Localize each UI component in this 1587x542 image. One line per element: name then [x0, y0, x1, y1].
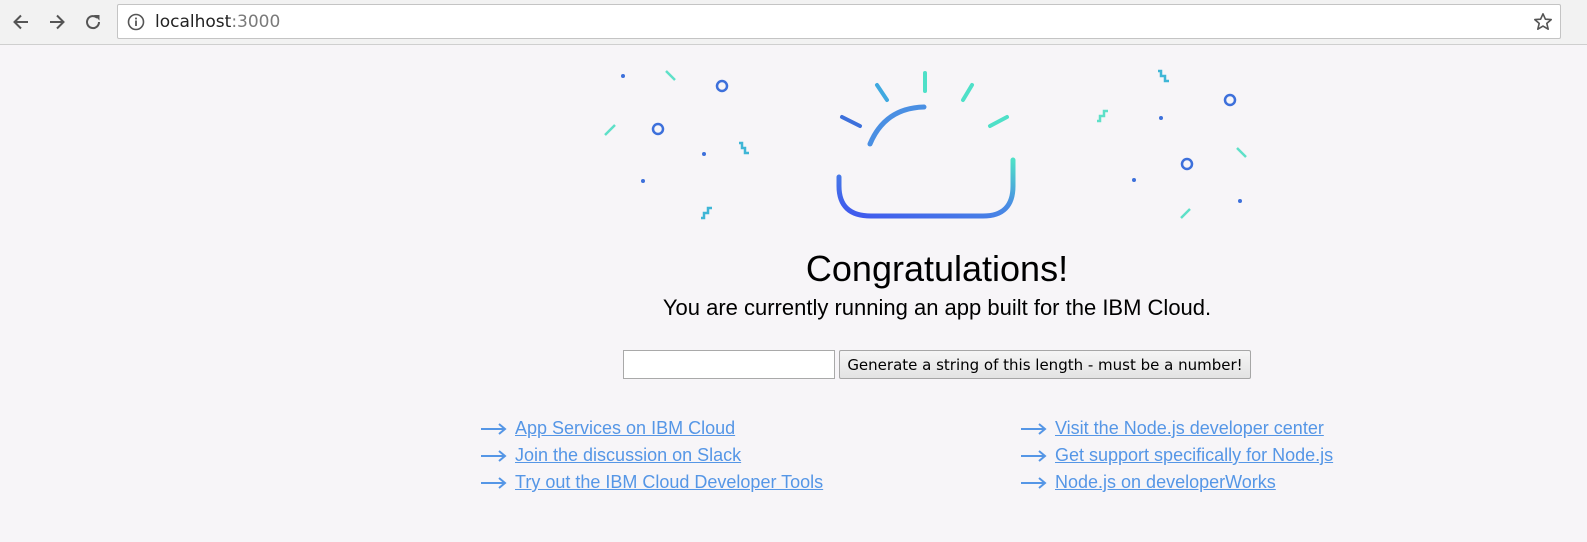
- confetti-dot: [621, 74, 625, 78]
- sun-ray: [840, 115, 862, 128]
- sun-ray: [988, 115, 1009, 128]
- browser-toolbar: localhost:3000: [0, 0, 1587, 45]
- ibm-cloud-illustration: [604, 69, 1247, 220]
- arrow-right-icon: [481, 422, 507, 435]
- confetti-dot: [702, 152, 706, 156]
- link-developerworks[interactable]: Node.js on developerWorks: [1055, 472, 1276, 493]
- confetti-zigzag: [1097, 109, 1108, 123]
- confetti-ring: [651, 122, 665, 136]
- links-left: App Services on IBM Cloud Join the discu…: [480, 415, 823, 496]
- arrow-right-icon: [1021, 449, 1047, 462]
- list-item: Get support specifically for Node.js: [1020, 442, 1333, 469]
- arrow-left-icon: [13, 14, 28, 30]
- confetti-dot: [1238, 199, 1242, 203]
- cloud-sun-arc: [867, 104, 927, 147]
- links-right: Visit the Node.js developer center Get s…: [1020, 415, 1333, 496]
- link-slack[interactable]: Join the discussion on Slack: [515, 445, 741, 466]
- confetti-ring: [1223, 93, 1237, 107]
- list-item: Try out the IBM Cloud Developer Tools: [480, 469, 823, 496]
- url-port: :3000: [231, 12, 281, 32]
- cloud-shape: [836, 157, 1016, 219]
- list-item: Visit the Node.js developer center: [1020, 415, 1333, 442]
- confetti-ring: [1180, 157, 1194, 171]
- confetti-zigzag: [739, 141, 749, 155]
- sun-ray: [875, 83, 889, 102]
- list-item: Join the discussion on Slack: [480, 442, 823, 469]
- arrow-right-icon: [481, 476, 507, 489]
- length-input[interactable]: [623, 350, 835, 379]
- page-subtitle: You are currently running an app built f…: [662, 295, 1212, 320]
- forward-button[interactable]: [45, 10, 69, 34]
- page-title: Congratulations!: [805, 248, 1069, 289]
- back-button[interactable]: [9, 10, 33, 34]
- confetti-dot: [641, 179, 645, 183]
- confetti-zigzag: [701, 206, 712, 220]
- link-developer-tools[interactable]: Try out the IBM Cloud Developer Tools: [515, 472, 823, 493]
- confetti-zigzag: [1158, 69, 1169, 83]
- link-nodejs-support[interactable]: Get support specifically for Node.js: [1055, 445, 1333, 466]
- arrow-right-icon: [1021, 476, 1047, 489]
- confetti-dot: [1132, 178, 1136, 182]
- list-item: App Services on IBM Cloud: [480, 415, 823, 442]
- arrow-right-icon: [50, 14, 65, 30]
- link-app-services[interactable]: App Services on IBM Cloud: [515, 418, 735, 439]
- list-item: Node.js on developerWorks: [1020, 469, 1333, 496]
- reload-icon: [86, 15, 101, 30]
- link-nodejs-center[interactable]: Visit the Node.js developer center: [1055, 418, 1324, 439]
- confetti-dash: [1180, 208, 1191, 219]
- arrow-right-icon: [481, 449, 507, 462]
- generate-string-button[interactable]: Generate a string of this length - must …: [839, 350, 1251, 379]
- url-text[interactable]: localhost:3000: [155, 12, 280, 32]
- arrow-right-icon: [1021, 422, 1047, 435]
- confetti-dash: [665, 70, 676, 81]
- confetti-dash: [604, 124, 616, 136]
- confetti-dash: [1236, 147, 1247, 158]
- confetti-ring: [715, 79, 729, 93]
- confetti-dot: [1159, 116, 1163, 120]
- address-bar[interactable]: localhost:3000: [117, 4, 1561, 39]
- sun-ray: [961, 83, 974, 102]
- info-icon[interactable]: [127, 13, 145, 31]
- reload-button[interactable]: [81, 10, 105, 34]
- star-icon[interactable]: [1533, 12, 1553, 32]
- url-host: localhost: [155, 12, 232, 32]
